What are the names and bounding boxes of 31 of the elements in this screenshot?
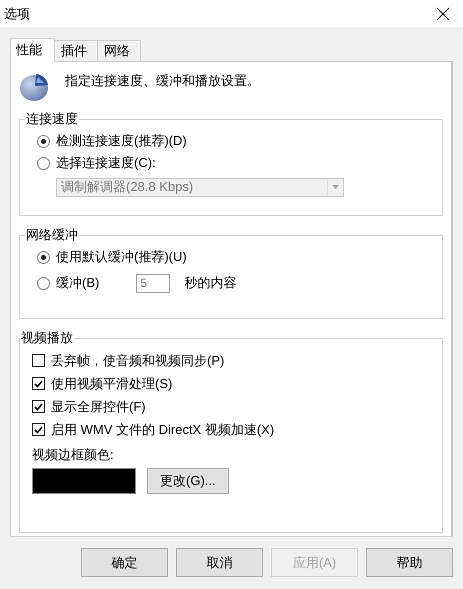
checkbox[interactable] [32, 354, 45, 367]
radio-button[interactable] [37, 250, 50, 264]
tab[interactable]: 网络 [97, 40, 141, 61]
option-label: 显示全屏控件(F) [51, 398, 146, 416]
close-icon [436, 6, 450, 20]
change-button[interactable]: 更改(G)... [147, 468, 229, 494]
option-label: 缓冲(B) [56, 274, 100, 292]
group-title: 视频播放 [20, 329, 74, 347]
checkbox[interactable] [32, 423, 45, 436]
dialog-button[interactable]: 帮助 [366, 548, 453, 577]
description-text: 指定连接速度、缓冲和播放设置。 [65, 72, 260, 90]
unit-label: 秒的内容 [184, 274, 236, 292]
option-label: 使用默认缓冲(推荐)(U) [56, 248, 187, 266]
option-label: 启用 WMV 文件的 DirectX 视频加速(X) [51, 420, 274, 438]
dropdown-arrow-icon [332, 185, 338, 189]
radio-button[interactable] [37, 134, 50, 148]
dialog-button[interactable]: 取消 [176, 548, 263, 577]
checkbox[interactable] [32, 377, 45, 390]
option-label: 使用视频平滑处理(S) [51, 374, 172, 392]
option-label: 选择连接速度(C): [56, 154, 156, 172]
window-title: 选项 [4, 4, 30, 22]
field-label: 视频边框颜色: [32, 446, 114, 464]
pie-chart-icon [19, 71, 51, 103]
checkbox[interactable] [32, 400, 45, 413]
option-label: 丢弃帧，使音频和视频同步(P) [51, 352, 224, 370]
dialog-button[interactable]: 确定 [81, 548, 168, 577]
group-title: 连接速度 [25, 110, 79, 128]
tab[interactable]: 性能 [10, 38, 55, 62]
radio-button[interactable] [37, 156, 50, 170]
group-title: 网络缓冲 [25, 226, 79, 244]
option-label: 检测连接速度(推荐)(D) [56, 132, 187, 150]
